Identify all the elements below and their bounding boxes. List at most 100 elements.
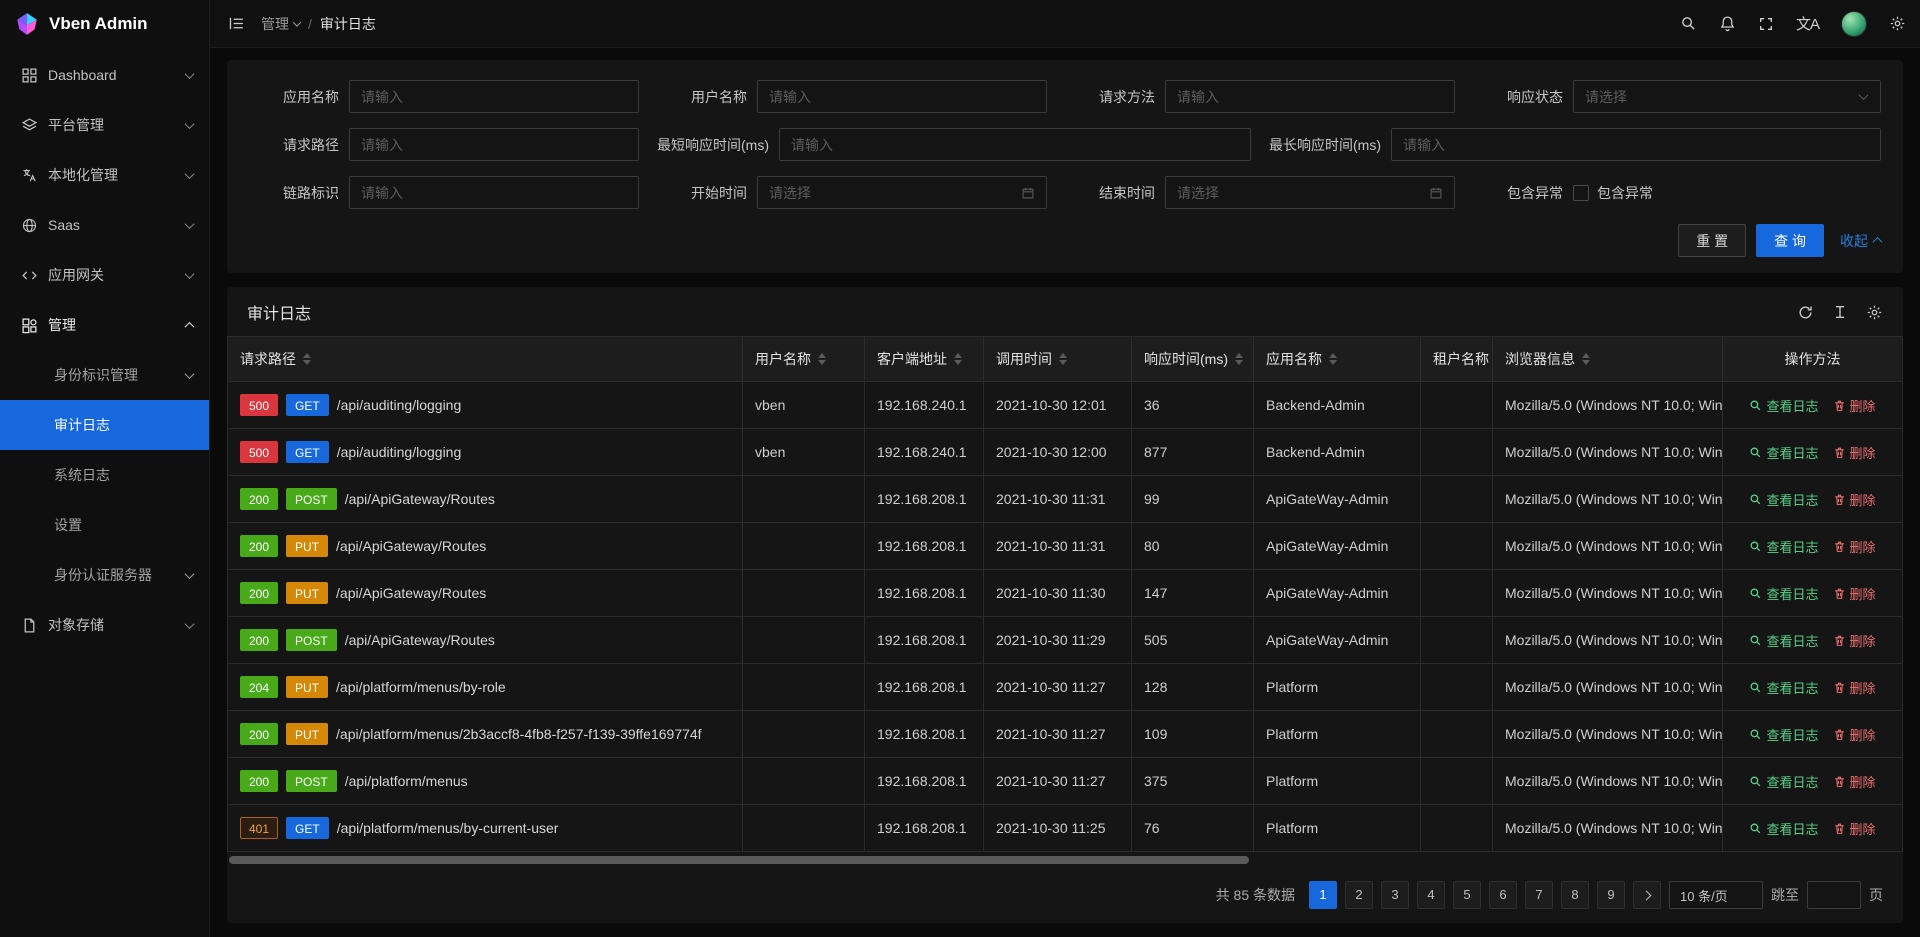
pagination-page-7[interactable]: 7	[1525, 881, 1553, 909]
column-header-time[interactable]: 调用时间	[984, 337, 1132, 382]
time-cell: 2021-10-30 11:31	[984, 476, 1132, 523]
audit-log-table: 请求路径 用户名称 客户端地址 调用时间 响应时间(ms) 应用名称 租户名称 …	[227, 336, 1903, 852]
locale-switch-icon[interactable]: 文A	[1796, 13, 1819, 34]
pagination-next-button[interactable]	[1633, 881, 1661, 909]
delete-link[interactable]: 删除	[1833, 396, 1876, 415]
has-exception-checkbox[interactable]	[1573, 185, 1589, 201]
search-button[interactable]: 查 询	[1756, 224, 1824, 257]
status-badge: 200	[240, 723, 278, 745]
breadcrumb-item-manage[interactable]: 管理	[261, 14, 300, 34]
duration-cell: 99	[1132, 476, 1254, 523]
pagination-page-4[interactable]: 4	[1417, 881, 1445, 909]
filter-label-end-time: 结束时间	[1065, 183, 1155, 203]
column-header-tenant[interactable]: 租户名称	[1421, 337, 1493, 382]
filter-label-has-exception: 包含异常	[1473, 183, 1563, 203]
delete-link[interactable]: 删除	[1833, 725, 1876, 744]
view-log-link[interactable]: 查看日志	[1749, 537, 1818, 556]
column-header-browser[interactable]: 浏览器信息	[1493, 337, 1723, 382]
filter-label-http-method: 请求方法	[1065, 87, 1155, 107]
end-time-datepicker[interactable]: 请选择	[1165, 176, 1455, 209]
jump-label: 跳至	[1771, 885, 1799, 905]
view-log-link[interactable]: 查看日志	[1749, 725, 1818, 744]
start-time-datepicker[interactable]: 请选择	[757, 176, 1047, 209]
max-response-time-input[interactable]	[1391, 128, 1881, 161]
horizontal-scrollbar-thumb[interactable]	[229, 856, 1249, 864]
pagination-page-5[interactable]: 5	[1453, 881, 1481, 909]
row-height-icon[interactable]	[1832, 304, 1848, 320]
browser-cell: Mozilla/5.0 (Windows NT 10.0; Win	[1493, 617, 1723, 664]
sidebar-item-saas[interactable]: Saas	[0, 200, 209, 250]
avatar[interactable]	[1841, 11, 1867, 37]
sidebar-item-gateway[interactable]: 应用网关	[0, 250, 209, 300]
time-cell: 2021-10-30 12:00	[984, 429, 1132, 476]
delete-link[interactable]: 删除	[1833, 537, 1876, 556]
delete-link[interactable]: 删除	[1833, 772, 1876, 791]
delete-link[interactable]: 删除	[1833, 584, 1876, 603]
view-log-link[interactable]: 查看日志	[1749, 584, 1818, 603]
app-name-input[interactable]	[349, 80, 639, 113]
column-header-path[interactable]: 请求路径	[228, 337, 743, 382]
http-method-input[interactable]	[1165, 80, 1455, 113]
column-header-user[interactable]: 用户名称	[743, 337, 865, 382]
column-header-client[interactable]: 客户端地址	[865, 337, 984, 382]
app-cell: Platform	[1254, 711, 1421, 758]
delete-link[interactable]: 删除	[1833, 443, 1876, 462]
column-header-duration[interactable]: 响应时间(ms)	[1132, 337, 1254, 382]
refresh-icon[interactable]	[1797, 304, 1814, 321]
collapse-filter-link[interactable]: 收起	[1840, 231, 1881, 251]
table-row: 401GET/api/platform/menus/by-current-use…	[228, 805, 1903, 852]
notification-bell-icon[interactable]	[1719, 15, 1736, 32]
pagination-page-8[interactable]: 8	[1561, 881, 1589, 909]
sidebar-subitem-identity[interactable]: 身份标识管理	[0, 350, 209, 400]
request-path: /api/auditing/logging	[337, 444, 462, 460]
sidebar-item-localization[interactable]: 本地化管理	[0, 150, 209, 200]
request-path-input[interactable]	[349, 128, 639, 161]
pagination-total: 共 85 条数据	[1216, 885, 1295, 905]
sidebar-item-manage[interactable]: 管理	[0, 300, 209, 350]
view-log-link[interactable]: 查看日志	[1749, 490, 1818, 509]
delete-link[interactable]: 删除	[1833, 490, 1876, 509]
view-log-link[interactable]: 查看日志	[1749, 396, 1818, 415]
view-log-link[interactable]: 查看日志	[1749, 678, 1818, 697]
search-icon[interactable]	[1680, 15, 1697, 32]
sort-icon	[818, 353, 826, 365]
page-size-select[interactable]: 10 条/页	[1669, 881, 1763, 909]
jump-page-input[interactable]	[1807, 881, 1861, 909]
delete-link[interactable]: 删除	[1833, 678, 1876, 697]
column-header-app[interactable]: 应用名称	[1254, 337, 1421, 382]
min-response-time-input[interactable]	[779, 128, 1251, 161]
pagination-page-1[interactable]: 1	[1309, 881, 1337, 909]
pagination-page-9[interactable]: 9	[1597, 881, 1625, 909]
pagination-page-6[interactable]: 6	[1489, 881, 1517, 909]
view-log-link[interactable]: 查看日志	[1749, 819, 1818, 838]
gear-icon[interactable]	[1889, 15, 1906, 32]
sidebar-subitem-settings[interactable]: 设置	[0, 500, 209, 550]
sidebar-subitem-audit-log[interactable]: 审计日志	[0, 400, 209, 450]
delete-link[interactable]: 删除	[1833, 819, 1876, 838]
sidebar-item-dashboard[interactable]: Dashboard	[0, 50, 209, 100]
chevron-down-icon	[185, 269, 195, 279]
sidebar-subitem-auth-server[interactable]: 身份认证服务器	[0, 550, 209, 600]
reset-button[interactable]: 重 置	[1678, 224, 1746, 257]
view-log-link[interactable]: 查看日志	[1749, 443, 1818, 462]
sidebar-fold-icon[interactable]	[228, 15, 245, 32]
sidebar-item-object-storage[interactable]: 对象存储	[0, 600, 209, 650]
http-status-select[interactable]: 请选择	[1573, 80, 1881, 113]
trace-id-input[interactable]	[349, 176, 639, 209]
logo[interactable]: Vben Admin	[0, 0, 209, 48]
pagination-page-3[interactable]: 3	[1381, 881, 1409, 909]
request-path: /api/ApiGateway/Routes	[345, 632, 495, 648]
sidebar-subitem-system-log[interactable]: 系统日志	[0, 450, 209, 500]
view-log-link[interactable]: 查看日志	[1749, 631, 1818, 650]
chevron-right-icon	[1641, 890, 1651, 900]
pagination-page-2[interactable]: 2	[1345, 881, 1373, 909]
duration-cell: 36	[1132, 382, 1254, 429]
user-name-input[interactable]	[757, 80, 1047, 113]
sort-icon	[303, 353, 311, 365]
sidebar-item-platform[interactable]: 平台管理	[0, 100, 209, 150]
view-log-link[interactable]: 查看日志	[1749, 772, 1818, 791]
fullscreen-icon[interactable]	[1758, 16, 1774, 32]
jump-unit: 页	[1869, 885, 1883, 905]
column-settings-gear-icon[interactable]	[1866, 304, 1883, 321]
delete-link[interactable]: 删除	[1833, 631, 1876, 650]
